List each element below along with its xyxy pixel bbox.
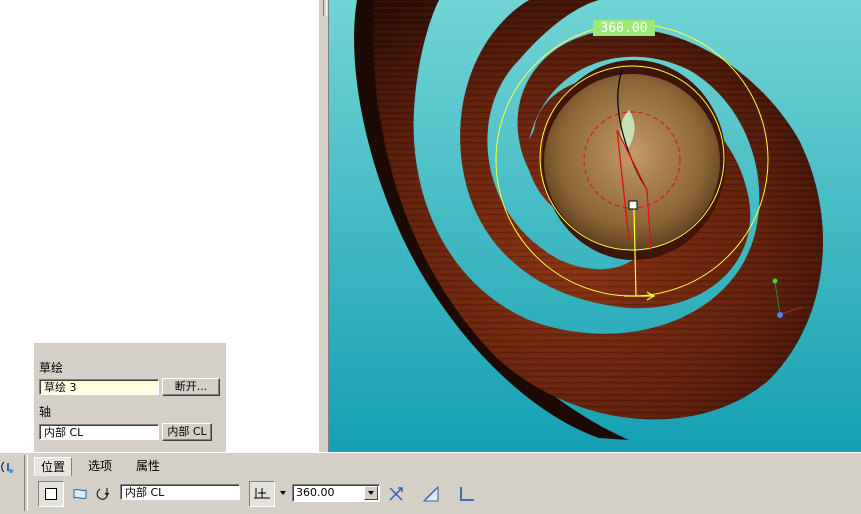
internal-axis-button[interactable]: 内部 CL	[162, 423, 212, 441]
pane-splitter[interactable]	[318, 0, 329, 452]
thicken-sketch-button[interactable]	[454, 481, 480, 507]
tab-placement[interactable]: 位置	[34, 457, 73, 476]
graphics-viewport[interactable]: 360.00	[329, 0, 861, 452]
angle-combo-arrow-icon[interactable]	[364, 486, 378, 500]
flip-direction-icon	[389, 487, 403, 501]
placement-panel: 草绘 草绘 3 断开... 轴 内部 CL 内部 CL	[33, 342, 226, 453]
revolve-feature-icon	[1, 461, 13, 473]
axis-label: 轴	[39, 405, 52, 419]
angle-value[interactable]: 360.00	[296, 485, 335, 501]
thicken-button[interactable]	[90, 481, 116, 507]
thicken-sketch-icon	[460, 487, 474, 501]
feature-dashboard: 位置 选项 属性 内部 CL 360.00	[0, 452, 861, 514]
angle-type-button[interactable]	[249, 481, 275, 507]
splitter-grip[interactable]	[323, 0, 327, 16]
solid-toggle-button[interactable]	[38, 481, 64, 507]
axis-field[interactable]: 内部 CL	[120, 484, 240, 500]
angle-dimension[interactable]: 360.00	[593, 20, 655, 36]
dashboard-separator	[24, 455, 28, 511]
remove-material-button[interactable]	[418, 481, 444, 507]
axis-collector-field[interactable]: 内部 CL	[39, 424, 159, 440]
angle-value-combo[interactable]: 360.00	[292, 484, 380, 502]
surface-icon	[73, 488, 87, 500]
revolve-arrow-icon	[96, 488, 110, 500]
remove-material-icon	[422, 485, 439, 502]
sketch-collector-field[interactable]: 草绘 3	[39, 379, 159, 395]
sketch-label: 草绘	[39, 361, 64, 375]
solid-icon	[45, 488, 57, 500]
break-link-button[interactable]: 断开...	[162, 378, 220, 396]
viewport-canvas[interactable]: 360.00	[329, 0, 861, 452]
flip-direction-button[interactable]	[383, 481, 409, 507]
dimension-value[interactable]: 360.00	[601, 21, 648, 36]
tab-options[interactable]: 选项	[82, 457, 118, 475]
angle-type-dropdown-icon[interactable]	[279, 490, 287, 496]
variable-angle-icon	[254, 488, 270, 499]
tab-properties[interactable]: 属性	[130, 457, 166, 475]
drag-handle[interactable]	[628, 200, 638, 210]
